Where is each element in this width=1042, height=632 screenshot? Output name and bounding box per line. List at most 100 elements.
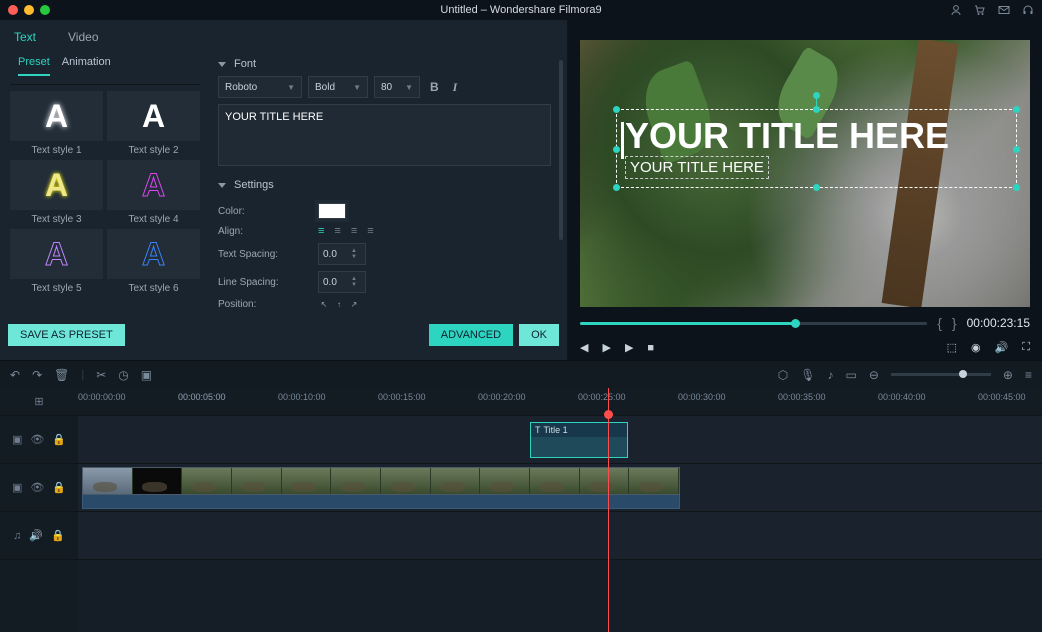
zoom-out-icon[interactable]: ⊖ — [869, 368, 879, 382]
text-spacing-input[interactable]: ▲▼ — [318, 243, 366, 265]
settings-scrollbar[interactable] — [559, 60, 563, 240]
align-label: Align: — [218, 226, 318, 237]
track-mute-icon[interactable]: 🔊 — [29, 529, 43, 542]
bold-button[interactable]: B — [426, 80, 443, 94]
font-family-select[interactable]: Roboto▼ — [218, 76, 302, 98]
undo-icon[interactable]: ↶ — [10, 368, 20, 382]
text-style-4[interactable]: A — [107, 160, 200, 210]
volume-icon[interactable]: 🔊 — [995, 341, 1009, 354]
ruler-tick: 00:00:40:00 — [878, 392, 926, 402]
record-vo-icon[interactable]: 🎙 — [800, 368, 815, 382]
align-center-icon[interactable]: ≡ — [334, 225, 340, 237]
align-left-icon[interactable]: ≡ — [318, 225, 324, 237]
ruler-tick: 00:00:00:00 — [78, 392, 126, 402]
zoom-in-icon[interactable]: ⊕ — [1003, 368, 1013, 382]
text-clip-icon: T — [535, 425, 541, 435]
font-size-select[interactable]: 80▼ — [374, 76, 420, 98]
crop-icon[interactable]: ▣ — [141, 368, 152, 382]
track-music-icon[interactable]: ♫ — [13, 530, 21, 542]
title-text-input[interactable] — [218, 104, 551, 166]
resize-handle-tl[interactable] — [613, 106, 620, 113]
preview-title-main[interactable]: YOUR TITLE HERE — [625, 118, 1008, 154]
color-swatch[interactable] — [318, 203, 346, 219]
font-weight-select[interactable]: Bold▼ — [308, 76, 368, 98]
advanced-button[interactable]: ADVANCED — [429, 324, 513, 346]
section-font[interactable]: Font — [218, 48, 551, 76]
subtab-animation[interactable]: Animation — [62, 56, 111, 76]
play-pause-icon[interactable]: ▶ — [602, 341, 610, 354]
delete-icon[interactable]: 🗑 — [54, 368, 69, 382]
ruler-tick: 00:00:30:00 — [678, 392, 726, 402]
ruler-tick: 00:00:15:00 — [378, 392, 426, 402]
tab-video[interactable]: Video — [66, 26, 100, 48]
zoom-slider[interactable] — [891, 373, 991, 376]
track-settings-icon[interactable]: ▣ — [12, 481, 22, 494]
italic-button[interactable]: I — [449, 80, 462, 95]
video-clip[interactable] — [82, 467, 680, 509]
position-grid[interactable]: ↖↑↗ — [318, 300, 362, 310]
video-clip-audio[interactable] — [82, 495, 680, 509]
track-settings-icon[interactable]: ▣ — [12, 433, 22, 446]
text-style-3[interactable]: A — [10, 160, 103, 210]
track-visibility-icon[interactable]: 👁 — [30, 433, 44, 446]
track-lock-icon[interactable]: 🔒 — [51, 529, 65, 542]
seek-thumb[interactable] — [791, 319, 800, 328]
track-lock-icon[interactable]: 🔒 — [52, 481, 66, 494]
section-settings[interactable]: Settings — [218, 169, 551, 197]
snapshot-icon[interactable]: ◉ — [971, 341, 981, 354]
resize-handle-ml[interactable] — [613, 146, 620, 153]
text-style-3-label: Text style 3 — [10, 214, 103, 225]
marker-icon[interactable]: ⬡ — [778, 368, 788, 382]
manage-tracks[interactable]: ⊞ — [0, 388, 78, 416]
text-style-5[interactable]: A — [10, 229, 103, 279]
track-visibility-icon[interactable]: 👁 — [30, 481, 44, 494]
window-title: Untitled – Wondershare Filmora9 — [0, 4, 1042, 16]
preview-panel: YOUR TITLE HERE YOUR TITLE HERE { } 00:0… — [568, 20, 1042, 360]
preview-viewport[interactable]: YOUR TITLE HERE YOUR TITLE HERE — [580, 40, 1030, 307]
line-spacing-input[interactable]: ▲▼ — [318, 271, 366, 293]
seek-bar[interactable] — [580, 322, 927, 325]
ruler-tick: 00:00:45:00 — [978, 392, 1026, 402]
audio-mixer-icon[interactable]: ♪ — [828, 368, 834, 382]
play-icon[interactable]: ▶ — [625, 341, 633, 354]
text-style-4-label: Text style 4 — [107, 214, 200, 225]
playback-quality-icon[interactable]: ⬚ — [947, 341, 957, 354]
text-style-6[interactable]: A — [107, 229, 200, 279]
text-style-1[interactable]: A — [10, 91, 103, 141]
playhead[interactable] — [608, 388, 609, 632]
track-head-video: ▣ 👁 🔒 — [0, 464, 78, 512]
speed-icon[interactable]: ◷ — [118, 368, 128, 382]
resize-handle-tr[interactable] — [1013, 106, 1020, 113]
title-track[interactable]: TTitle 1 — [78, 416, 1042, 464]
timeline-settings-icon[interactable]: ≡ — [1025, 368, 1032, 382]
resize-handle-br[interactable] — [1013, 184, 1020, 191]
render-icon[interactable]: ▭ — [846, 368, 857, 382]
subtab-preset[interactable]: Preset — [18, 56, 50, 76]
audio-track[interactable] — [78, 512, 1042, 560]
prev-frame-icon[interactable]: ◀ — [580, 341, 588, 354]
resize-handle-mr[interactable] — [1013, 146, 1020, 153]
save-preset-button[interactable]: SAVE AS PRESET — [8, 324, 125, 346]
stop-icon[interactable]: ■ — [647, 342, 654, 354]
title-clip[interactable]: TTitle 1 — [530, 422, 628, 458]
mark-out-icon[interactable]: } — [952, 315, 957, 331]
track-lock-icon[interactable]: 🔒 — [52, 433, 66, 446]
split-icon[interactable]: ✂ — [96, 368, 106, 382]
fullscreen-icon[interactable]: ⛶ — [1022, 341, 1030, 354]
resize-handle-tm[interactable] — [813, 106, 820, 113]
color-label: Color: — [218, 206, 318, 217]
align-justify-icon[interactable]: ≡ — [367, 225, 373, 237]
align-right-icon[interactable]: ≡ — [351, 225, 357, 237]
redo-icon[interactable]: ↷ — [32, 368, 42, 382]
ruler-tick: 00:00:10:00 — [278, 392, 326, 402]
text-style-2[interactable]: A — [107, 91, 200, 141]
ok-button[interactable]: OK — [519, 324, 559, 346]
video-track[interactable] — [78, 464, 1042, 512]
ruler-tick: 00:00:35:00 — [778, 392, 826, 402]
title-bounding-box[interactable]: YOUR TITLE HERE YOUR TITLE HERE — [616, 109, 1017, 188]
mark-in-icon[interactable]: { — [937, 315, 942, 331]
timeline: ⊞ ▣ 👁 🔒 ▣ 👁 🔒 ♫ 🔊 🔒 00:00:00:00 00:00:05… — [0, 388, 1042, 632]
tab-text[interactable]: Text — [12, 26, 38, 48]
time-ruler[interactable]: 00:00:00:00 00:00:05:00 00:00:05:00 00:0… — [78, 388, 1042, 416]
preview-title-sub[interactable]: YOUR TITLE HERE — [625, 156, 769, 179]
